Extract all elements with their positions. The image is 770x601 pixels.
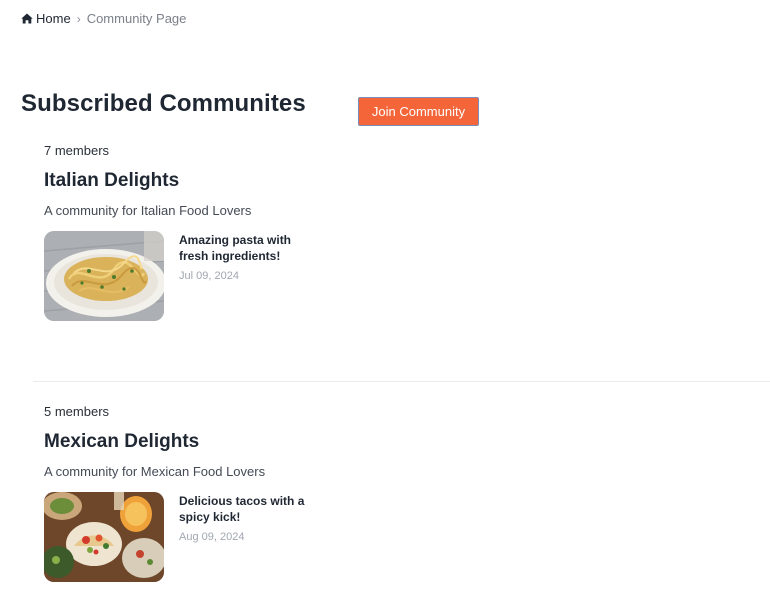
- breadcrumb: Home › Community Page: [21, 11, 186, 26]
- member-count: 7 members: [44, 143, 110, 158]
- tacos-spread-image[interactable]: [44, 492, 164, 582]
- breadcrumb-home-link[interactable]: Home: [21, 11, 71, 26]
- breadcrumb-home-label: Home: [36, 11, 71, 26]
- community-description: A community for Italian Food Lovers: [44, 203, 252, 218]
- community-description: A community for Mexican Food Lovers: [44, 464, 266, 479]
- post-item[interactable]: Delicious tacos with a spicy kick! Aug 0…: [44, 492, 744, 582]
- breadcrumb-separator: ›: [76, 11, 81, 26]
- community-page: Home › Community Page Subscribed Communi…: [0, 0, 770, 601]
- post-title[interactable]: Amazing pasta with fresh ingredients!: [179, 232, 309, 264]
- community-card: 5 members Mexican Delights A community f…: [44, 404, 744, 582]
- post-info: Amazing pasta with fresh ingredients! Ju…: [179, 231, 309, 321]
- community-card: 7 members Italian Delights A community f…: [44, 143, 744, 321]
- community-name[interactable]: Italian Delights: [44, 170, 744, 192]
- home-icon: [21, 13, 33, 24]
- post-title[interactable]: Delicious tacos with a spicy kick!: [179, 493, 309, 525]
- post-item[interactable]: Amazing pasta with fresh ingredients! Ju…: [44, 231, 744, 321]
- post-date: Jul 09, 2024: [179, 270, 239, 282]
- post-date: Aug 09, 2024: [179, 531, 245, 543]
- community-name[interactable]: Mexican Delights: [44, 431, 744, 453]
- breadcrumb-current: Community Page: [86, 11, 187, 26]
- post-info: Delicious tacos with a spicy kick! Aug 0…: [179, 492, 309, 582]
- member-count: 5 members: [44, 404, 110, 419]
- pasta-dish-image[interactable]: [44, 231, 164, 321]
- section-divider: [33, 381, 770, 382]
- join-community-button[interactable]: Join Community: [358, 97, 479, 126]
- page-title: Subscribed Communites: [21, 90, 306, 117]
